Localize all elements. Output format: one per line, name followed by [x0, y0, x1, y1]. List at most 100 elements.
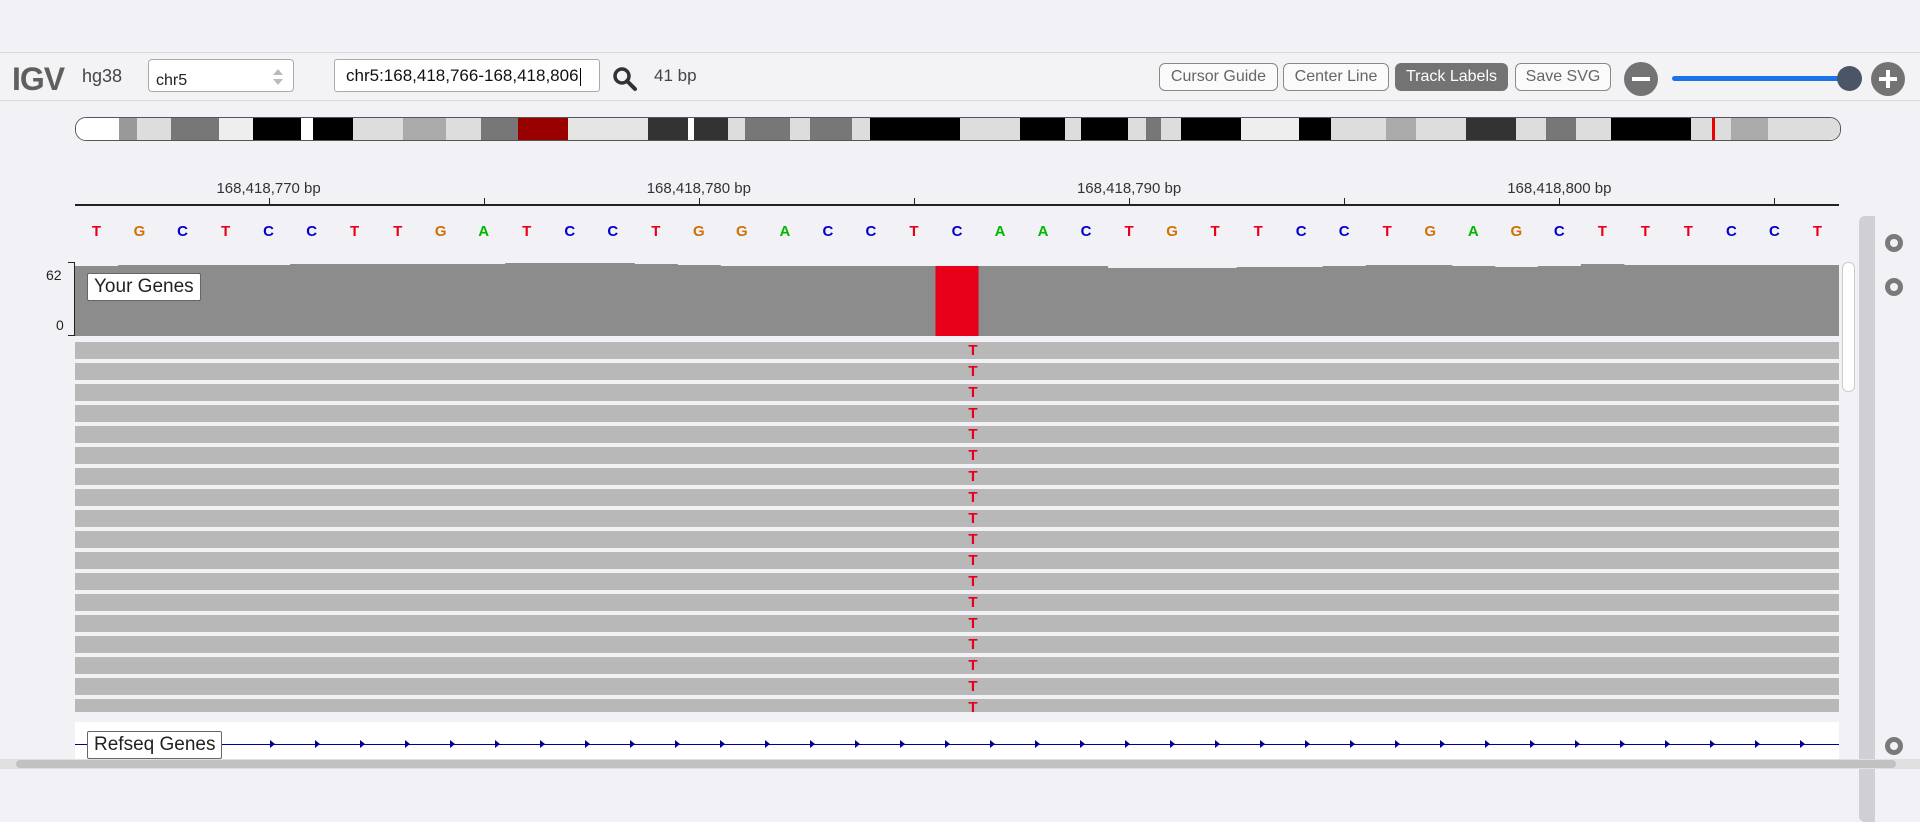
coverage-bar [1279, 267, 1324, 336]
strand-arrow [1620, 740, 1625, 748]
ideogram-band [1416, 118, 1466, 140]
zoom-out-icon[interactable] [1624, 62, 1658, 96]
read-row[interactable]: T [75, 594, 1839, 611]
read-row[interactable]: T [75, 531, 1839, 548]
read-row[interactable]: T [75, 468, 1839, 485]
read-row[interactable]: T [75, 573, 1839, 590]
strand-arrow [945, 740, 950, 748]
sequence-base: G [692, 223, 705, 240]
cursor-guide-button[interactable]: Cursor Guide [1159, 63, 1278, 91]
mismatch-base: T [968, 468, 978, 485]
strand-arrow [1575, 740, 1580, 748]
mismatch-base: T [968, 510, 978, 527]
sequence-base: T [350, 223, 360, 240]
strand-arrow [1260, 740, 1265, 748]
alignment-reads[interactable]: TTTTTTTTTTTTTTTTTTT [75, 342, 1839, 712]
sequence-base: T [1124, 223, 1134, 240]
read-row[interactable]: T [75, 699, 1839, 712]
strand-arrow [405, 740, 410, 748]
strand-arrow [1395, 740, 1400, 748]
coverage-bar [1709, 265, 1754, 336]
track-scrollbar[interactable] [1842, 262, 1855, 392]
read-row[interactable]: T [75, 447, 1839, 464]
ideogram-band [728, 118, 745, 140]
ideogram-band [1181, 118, 1241, 140]
sequence-base: T [909, 223, 919, 240]
genome-label[interactable]: hg38 [82, 66, 122, 87]
zoom-in-icon[interactable] [1871, 62, 1905, 96]
sequence-base: C [1553, 223, 1565, 240]
ideogram-band [1576, 118, 1611, 140]
read-row[interactable]: T [75, 636, 1839, 653]
ideogram-band [481, 118, 518, 140]
horizontal-scrollbar-thumb[interactable] [16, 760, 1896, 768]
locus-input[interactable]: chr5:168,418,766-168,418,806 [334, 59, 600, 92]
gear-icon[interactable] [1881, 274, 1907, 300]
ideogram-band [137, 118, 171, 140]
select-arrows-icon [273, 69, 283, 85]
coverage-bar [1537, 266, 1582, 336]
read-row[interactable]: T [75, 678, 1839, 695]
coverage-bar [1193, 268, 1238, 336]
save-svg-button[interactable]: Save SVG [1515, 63, 1611, 91]
chromosome-ideogram[interactable] [75, 117, 1841, 141]
sequence-base: A [1467, 223, 1479, 240]
strand-arrow [585, 740, 590, 748]
read-row[interactable]: T [75, 657, 1839, 674]
ideogram-band [171, 118, 219, 140]
ideogram-band [219, 118, 253, 140]
sequence-base: T [1210, 223, 1220, 240]
sequence-base: C [177, 223, 188, 240]
ideogram-band [568, 118, 648, 140]
search-icon[interactable] [611, 65, 639, 93]
ruler-tick-label: 168,418,790 bp [1076, 180, 1182, 197]
sequence-base: C [822, 223, 834, 240]
zoom-slider[interactable] [1672, 76, 1862, 81]
gear-icon[interactable] [1881, 733, 1907, 759]
ideogram-band [1331, 118, 1386, 140]
ideogram-band [1731, 118, 1768, 140]
read-row[interactable]: T [75, 384, 1839, 401]
track-labels-button[interactable]: Track Labels [1395, 63, 1508, 91]
coverage-bar [1494, 267, 1539, 336]
chromosome-select[interactable]: chr5 [148, 59, 294, 92]
read-row[interactable]: T [75, 510, 1839, 527]
read-row[interactable]: T [75, 405, 1839, 422]
coverage-bar [591, 263, 635, 336]
ruler-tick-label: 168,418,770 bp [216, 180, 321, 197]
sequence-base: T [1382, 223, 1392, 240]
strand-arrow [765, 740, 770, 748]
center-line-button[interactable]: Center Line [1283, 63, 1389, 91]
strand-arrow [810, 740, 815, 748]
strand-arrow [1215, 740, 1220, 748]
strand-arrow [270, 740, 275, 748]
right-panel-bar [1859, 216, 1875, 822]
strand-arrow [630, 740, 635, 748]
read-row[interactable]: T [75, 342, 1839, 359]
horizontal-scrollbar[interactable] [0, 759, 1920, 769]
strand-arrow [1305, 740, 1310, 748]
coverage-bar [1150, 268, 1195, 336]
strand-arrow [1530, 740, 1535, 748]
gear-icon[interactable] [1881, 230, 1907, 256]
coverage-min-label: 0 [56, 317, 64, 333]
coverage-bar [1451, 266, 1496, 336]
coverage-track[interactable] [75, 262, 1839, 336]
mismatch-base: T [968, 342, 978, 359]
ideogram-band [1241, 118, 1299, 140]
ideogram-band [1065, 118, 1081, 140]
sequence-base: G [434, 223, 447, 240]
ideogram-band [745, 118, 790, 140]
zoom-slider-handle[interactable] [1836, 66, 1862, 91]
read-row[interactable]: T [75, 552, 1839, 569]
read-row[interactable]: T [75, 426, 1839, 443]
ruler-tick-label: 168,418,780 bp [646, 180, 751, 197]
read-row[interactable]: T [75, 615, 1839, 632]
mismatch-base: T [968, 636, 978, 653]
read-row[interactable]: T [75, 489, 1839, 506]
read-row[interactable]: T [75, 363, 1839, 380]
ruler-tick [698, 198, 700, 205]
sequence-base: C [564, 223, 576, 240]
ideogram-band [313, 118, 353, 140]
sequence-base: T [1812, 223, 1823, 240]
